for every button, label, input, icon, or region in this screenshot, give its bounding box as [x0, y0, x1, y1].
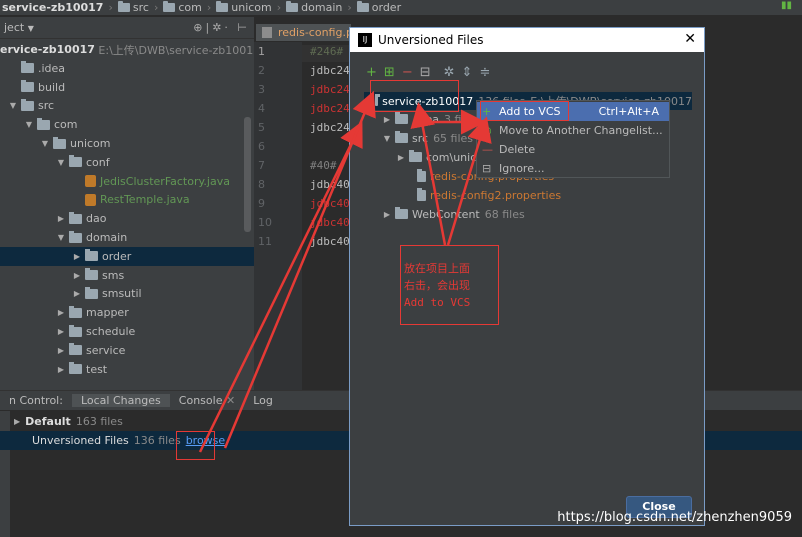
arrow-to-menu	[446, 116, 492, 246]
arrow-to-root-2	[223, 90, 376, 449]
arrow-to-root	[198, 121, 363, 453]
annotation-arrows	[198, 90, 492, 453]
watermark: https://blog.csdn.net/zhenzhen9059	[557, 510, 792, 525]
arrow-from-note	[410, 102, 447, 246]
